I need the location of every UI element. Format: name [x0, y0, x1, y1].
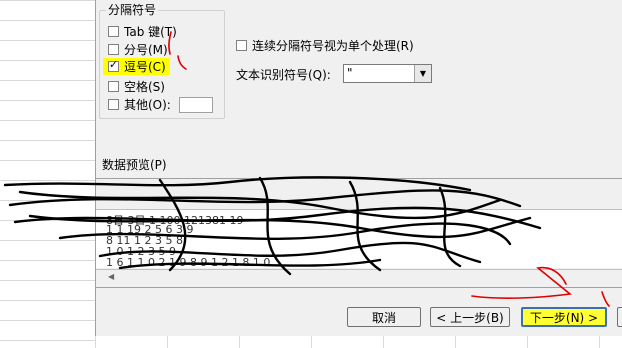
consecutive-label: 连续分隔符号视为单个处理(R): [252, 39, 414, 53]
other-label: 其他(O):: [124, 98, 171, 112]
other-delimiter-input[interactable]: [178, 96, 213, 113]
scroll-left-icon[interactable]: ◀: [108, 272, 114, 281]
tab-label: Tab 键(T): [124, 25, 177, 39]
consecutive-option[interactable]: 连续分隔符号视为单个处理(R): [236, 37, 414, 54]
consecutive-checkbox[interactable]: [236, 40, 247, 51]
data-preview: 8日 3日 1 100 121381 19 1 1 19 2 5 6 3 9 8…: [96, 178, 622, 288]
preview-line: 1 6 1 1 0 2 1 9 8 9 1 2 1 8 1 0: [106, 256, 271, 269]
next-button[interactable]: 下一步(N) >: [521, 307, 607, 327]
preview-label: 数据预览(P): [102, 158, 167, 172]
qualifier-value: ": [347, 66, 353, 80]
space-label: 空格(S): [124, 80, 165, 94]
tab-option[interactable]: Tab 键(T): [108, 23, 177, 40]
cancel-label: 取消: [371, 310, 396, 325]
back-button[interactable]: < 上一步(B): [430, 307, 510, 327]
semicolon-label: 分号(M): [124, 43, 168, 57]
semicolon-option[interactable]: 分号(M): [108, 41, 168, 58]
spreadsheet-background: [0, 0, 95, 348]
spreadsheet-bottom: [95, 336, 622, 348]
finish-button-partial[interactable]: [617, 307, 622, 327]
text-import-wizard-dialog: 分隔符号 Tab 键(T) 分号(M) 逗号(C) 空格(S) 其他(O): 连…: [95, 0, 622, 336]
chevron-down-icon[interactable]: ▼: [414, 65, 431, 82]
delimiters-title: 分隔符号: [106, 1, 159, 18]
comma-checkbox[interactable]: [108, 58, 119, 72]
comma-label: 逗号(C): [124, 60, 166, 74]
space-checkbox[interactable]: [108, 81, 119, 92]
qualifier-row: 文本识别符号(Q):: [236, 66, 331, 83]
other-checkbox[interactable]: [108, 99, 119, 110]
qualifier-label: 文本识别符号(Q):: [236, 68, 331, 82]
space-option[interactable]: 空格(S): [108, 78, 165, 95]
horizontal-scrollbar[interactable]: ◀: [96, 269, 622, 286]
next-label: 下一步(N) >: [529, 310, 599, 325]
back-label: < 上一步(B): [436, 310, 504, 325]
tab-checkbox[interactable]: [108, 26, 119, 37]
other-option[interactable]: 其他(O):: [108, 96, 213, 113]
semicolon-checkbox[interactable]: [108, 44, 119, 55]
cancel-button[interactable]: 取消: [347, 307, 421, 327]
comma-option[interactable]: 逗号(C): [103, 58, 170, 75]
qualifier-select[interactable]: " ▼: [343, 64, 432, 83]
preview-content: 8日 3日 1 100 121381 19 1 1 19 2 5 6 3 9 8…: [96, 209, 622, 269]
delimiters-group: 分隔符号 Tab 键(T) 分号(M) 逗号(C) 空格(S) 其他(O):: [99, 1, 225, 119]
